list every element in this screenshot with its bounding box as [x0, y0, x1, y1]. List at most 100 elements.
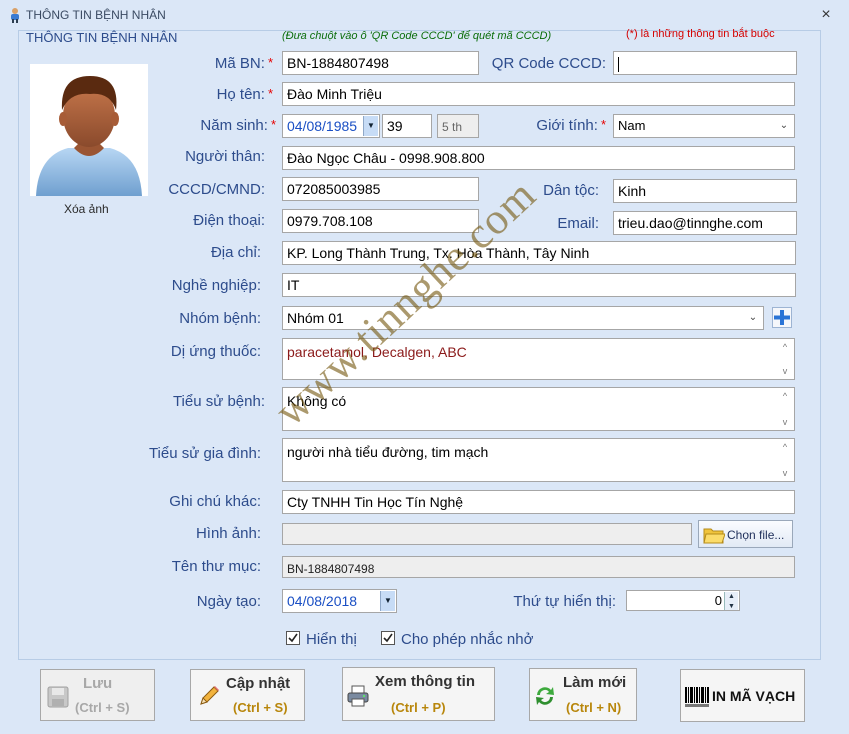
dia-chi-field[interactable]: KP. Long Thành Trung, Tx. Hòa Thành, Tây… [282, 241, 796, 265]
nam-sinh-label: Năm sinh: * [200, 117, 276, 134]
email-field[interactable]: trieu.dao@tinnghe.com [613, 211, 797, 235]
ngay-tao-label: Ngày tạo: [196, 593, 261, 610]
thu-tu-value: 0 [714, 593, 722, 608]
nam-sinh-value: 04/08/1985 [287, 118, 358, 134]
pencil-icon [200, 686, 219, 705]
ten-thu-muc-field: BN-1884807498 [282, 556, 795, 578]
group-label: THÔNG TIN BỆNH NHÂN [26, 30, 178, 45]
required-hint: (*) là những thông tin bắt buộc [626, 28, 775, 40]
qr-hint: (Đưa chuột vào ô 'QR Code CCCD' để quét … [282, 30, 552, 42]
tieu-su-benh-label: Tiểu sử bệnh: [172, 393, 265, 410]
close-button[interactable]: × [817, 5, 835, 25]
chevron-down-icon: ⌄ [748, 312, 758, 323]
age-month-field: 5 th [437, 114, 479, 138]
dien-thoai-label: Điện thoại: [193, 212, 265, 229]
dien-thoai-field[interactable]: 0979.708.108 [282, 209, 479, 233]
dia-chi-label: Địa chỉ: [210, 244, 261, 261]
patient-icon [11, 8, 19, 23]
di-ung-thuoc-field[interactable]: paracetamol, Decalgen, ABC ^ v [282, 338, 795, 380]
dan-toc-field[interactable]: Kinh [613, 179, 797, 203]
ma-bn-field[interactable]: BN-1884807498 [282, 51, 479, 75]
checkbox-checked-icon [381, 631, 395, 646]
nam-sinh-label-text: Năm sinh: [200, 117, 268, 134]
nghe-nghiep-label: Nghề nghiệp: [171, 277, 261, 294]
calendar-dropdown-icon[interactable]: ▼ [363, 116, 378, 136]
ma-bn-label-text: Mã BN: [214, 55, 265, 72]
patient-avatar[interactable] [30, 64, 148, 196]
nam-sinh-date[interactable]: 04/08/1985 ▼ [282, 114, 380, 138]
view-info-shortcut: (Ctrl + P) [391, 700, 446, 715]
hinh-anh-field [282, 523, 692, 545]
update-label: Cập nhật [226, 675, 291, 692]
title-bar: THÔNG TIN BỆNH NHÂN × [0, 0, 849, 30]
thu-tu-spinner[interactable]: 0 ▲ ▼ [626, 590, 740, 611]
window-title: THÔNG TIN BỆNH NHÂN [26, 8, 166, 22]
required-mark: * [267, 86, 273, 101]
add-group-button[interactable] [772, 307, 792, 328]
refresh-shortcut: (Ctrl + N) [566, 700, 622, 715]
required-mark: * [600, 117, 606, 132]
thu-tu-label: Thứ tự hiển thị: [513, 593, 616, 610]
delete-photo-link[interactable]: Xóa ảnh [64, 202, 109, 216]
ho-ten-label: Họ tên: * [217, 86, 273, 103]
refresh-button[interactable]: Làm mới (Ctrl + N) [529, 668, 637, 721]
ghi-chu-khac-field[interactable]: Cty TNHH Tin Học Tín Nghệ [282, 490, 795, 514]
scrollbar[interactable]: ^ v [777, 340, 793, 378]
email-label: Email: [557, 215, 599, 232]
nghe-nghiep-field[interactable]: IT [282, 273, 796, 297]
save-button[interactable]: Lưu (Ctrl + S) [40, 669, 155, 721]
view-info-label: Xem thông tin [375, 673, 475, 690]
scrollbar[interactable]: ^ v [777, 440, 793, 480]
qr-code-label: QR Code CCCD: [491, 55, 606, 72]
di-ung-thuoc-value: paracetamol, Decalgen, ABC [287, 344, 467, 360]
avatar-image [36, 76, 142, 196]
tieu-su-benh-field[interactable]: Không có ^ v [282, 387, 795, 431]
update-shortcut: (Ctrl + S) [233, 700, 288, 715]
print-barcode-button[interactable]: IN MÃ VẠCH [680, 669, 805, 722]
calendar-dropdown-icon[interactable]: ▼ [380, 591, 395, 611]
dan-toc-label: Dân tộc: [543, 182, 599, 199]
barcode-icon [685, 687, 709, 707]
ma-bn-label: Mã BN: * [215, 55, 273, 72]
nhom-benh-select[interactable]: Nhóm 01 ⌄ [282, 306, 764, 330]
gioi-tinh-value: Nam [618, 118, 646, 133]
plus-icon [774, 310, 790, 325]
tieu-su-gia-dinh-label: Tiểu sử gia đình: [148, 445, 261, 462]
hien-thi-label: Hiển thị [306, 631, 357, 648]
tieu-su-benh-value: Không có [287, 393, 347, 409]
checkbox-checked-icon [286, 631, 300, 646]
ghi-chu-khac-label: Ghi chú khác: [169, 493, 261, 510]
cccd-field[interactable]: 072085003985 [282, 177, 479, 201]
floppy-disk-icon [47, 686, 69, 708]
ho-ten-label-text: Họ tên: [216, 86, 265, 103]
tieu-su-gia-dinh-value: người nhà tiểu đường, tim mạch [287, 444, 489, 460]
ten-thu-muc-label: Tên thư mục: [171, 558, 261, 575]
nhac-nho-checkbox[interactable]: Cho phép nhắc nhở [381, 631, 533, 648]
printer-icon [347, 685, 369, 707]
save-shortcut: (Ctrl + S) [75, 700, 130, 715]
refresh-icon [536, 687, 554, 705]
cccd-label: CCCD/CMND: [168, 181, 265, 198]
ho-ten-field[interactable]: Đào Minh Triệu [282, 82, 795, 106]
scrollbar[interactable]: ^ v [777, 389, 793, 429]
ngay-tao-value: 04/08/2018 [287, 593, 358, 609]
view-info-button[interactable]: Xem thông tin (Ctrl + P) [342, 667, 495, 721]
nhom-benh-value: Nhóm 01 [287, 310, 344, 326]
folder-icon [703, 528, 725, 544]
age-field[interactable]: 39 [382, 114, 432, 138]
hien-thi-checkbox[interactable]: Hiển thị [286, 631, 357, 648]
tieu-su-gia-dinh-field[interactable]: người nhà tiểu đường, tim mạch ^ v [282, 438, 795, 482]
qr-code-field[interactable] [613, 51, 797, 75]
choose-file-button[interactable]: Chọn file... [698, 520, 793, 548]
required-mark: * [270, 117, 276, 132]
nhom-benh-label: Nhóm bệnh: [179, 310, 261, 327]
required-mark: * [267, 55, 273, 70]
ngay-tao-date[interactable]: 04/08/2018 ▼ [282, 589, 397, 613]
update-button[interactable]: Cập nhật (Ctrl + S) [190, 669, 305, 721]
gioi-tinh-label: Giới tính: * [536, 117, 606, 134]
nhac-nho-label: Cho phép nhắc nhở [401, 631, 534, 648]
nguoi-than-field[interactable]: Đào Ngọc Châu - 0998.908.800 [282, 146, 795, 170]
chevron-down-icon: ⌄ [779, 120, 789, 131]
gioi-tinh-select[interactable]: Nam ⌄ [613, 114, 795, 138]
spinner-arrows-icon[interactable]: ▲ ▼ [724, 592, 738, 610]
